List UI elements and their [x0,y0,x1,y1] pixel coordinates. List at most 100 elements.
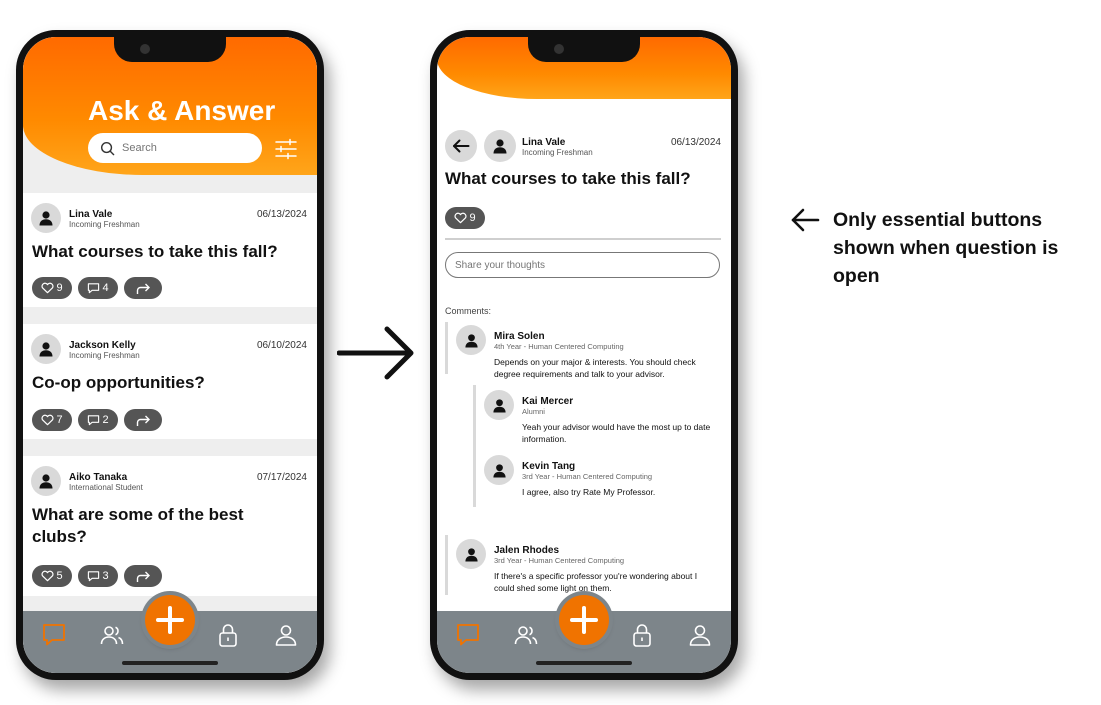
chat-icon[interactable] [41,622,67,648]
post-date: 06/13/2024 [670,137,721,148]
avatar [31,466,61,496]
author-role: Incoming Freshman [522,148,593,157]
comment-count: 4 [102,282,109,294]
comment-icon [88,415,100,426]
add-question-button[interactable] [559,595,609,645]
like-button[interactable]: 9 [32,277,72,299]
share-button[interactable] [124,409,162,431]
lock-icon[interactable] [629,622,655,648]
comment-text: Yeah your advisor would have the most up… [522,422,711,444]
plus-icon [156,606,184,634]
add-question-button[interactable] [145,595,195,645]
like-button[interactable]: 9 [445,207,485,229]
question-title: What courses to take this fall? [445,169,691,188]
avatar-icon [39,211,53,226]
phone-notch [114,37,226,62]
divider [445,238,721,240]
author-name: Jackson Kelly [69,340,136,351]
comment-icon [88,283,100,294]
avatar-icon [464,547,478,562]
question-card[interactable]: Jackson Kelly Incoming Freshman 06/10/20… [23,324,317,439]
comment-role: 3rd Year - Human Centered Computing [522,472,653,481]
reply-comment: Kevin Tang 3rd Year - Human Centered Com… [484,455,721,500]
comment-count: 3 [102,570,109,582]
avatar [484,390,514,420]
annotation-text: Only essential buttons shown when questi… [833,209,1059,287]
comment-role: Alumni [522,407,545,416]
avatar-icon [39,342,53,357]
comment-button[interactable]: 3 [78,565,118,587]
post-date: 06/13/2024 [256,209,307,220]
share-icon [136,283,150,294]
question-card[interactable]: Lina Vale Incoming Freshman 06/13/2024 W… [23,193,317,307]
author-role: Incoming Freshman [69,220,140,229]
like-count: 7 [56,414,63,426]
author-role: International Student [69,483,143,492]
search-bar[interactable] [88,133,262,163]
reply-comment: Kai Mercer Alumni Yeah your advisor woul… [484,390,721,444]
author-name: Lina Vale [522,137,566,148]
chat-icon[interactable] [455,622,481,648]
tab-bar [437,595,731,673]
comment-author: Mira Solen [494,331,545,342]
heart-icon [41,282,54,294]
detail-phone: Lina Vale Incoming Freshman 06/13/2024 W… [430,30,738,680]
phone-notch [528,37,640,62]
annotation-arrow-icon [791,208,820,232]
page-title: Ask & Answer [88,95,276,126]
home-indicator [536,661,632,665]
comment-role: 4th Year - Human Centered Computing [494,342,624,351]
comment-author: Jalen Rhodes [494,545,560,556]
people-icon[interactable] [513,622,539,648]
share-button[interactable] [124,565,162,587]
share-icon [136,415,150,426]
camera-icon [554,44,564,54]
comment: Mira Solen 4th Year - Human Centered Com… [456,325,721,379]
avatar [484,130,516,162]
question-title: What are some of the best clubs? [32,505,244,546]
profile-icon[interactable] [273,622,299,648]
comment-button[interactable]: 2 [78,409,118,431]
author-role: Incoming Freshman [69,351,140,360]
lock-icon[interactable] [215,622,241,648]
profile-icon[interactable] [687,622,713,648]
heart-icon [454,212,467,224]
comment-author: Kevin Tang [522,461,576,472]
share-button[interactable] [124,277,162,299]
heart-icon [41,570,54,582]
reply-input[interactable] [445,252,720,278]
like-count: 5 [56,570,63,582]
author-name: Aiko Tanaka [69,472,128,483]
avatar [484,455,514,485]
like-button[interactable]: 7 [32,409,72,431]
like-count: 9 [56,282,63,294]
comment-role: 3rd Year - Human Centered Computing [494,556,625,565]
avatar-icon [492,463,506,478]
thread-line [445,535,448,595]
feed-screen: Ask & Answer Lina Vale Incoming Freshman… [23,37,317,673]
comment-button[interactable]: 4 [78,277,118,299]
like-button[interactable]: 5 [32,565,72,587]
people-icon[interactable] [99,622,125,648]
feed-phone: Ask & Answer Lina Vale Incoming Freshman… [16,30,324,680]
transition-arrow-icon [337,326,414,380]
avatar-icon [464,333,478,348]
comment: Jalen Rhodes 3rd Year - Human Centered C… [456,539,721,595]
share-icon [136,571,150,582]
post-date: 07/17/2024 [256,472,307,483]
search-input[interactable] [122,142,242,154]
question-title: Co-op opportunities? [32,373,205,392]
post-date: 06/10/2024 [256,340,307,351]
avatar [456,539,486,569]
comment-icon [88,571,100,582]
home-indicator [122,661,218,665]
avatar [456,325,486,355]
question-card[interactable]: Aiko Tanaka International Student 07/17/… [23,456,317,596]
thread-line [445,322,448,374]
back-button[interactable] [445,130,477,162]
filter-icon[interactable] [275,138,297,160]
heart-icon [41,414,54,426]
like-count: 9 [469,212,476,224]
author-name: Lina Vale [69,209,113,220]
back-arrow-icon [453,139,470,153]
